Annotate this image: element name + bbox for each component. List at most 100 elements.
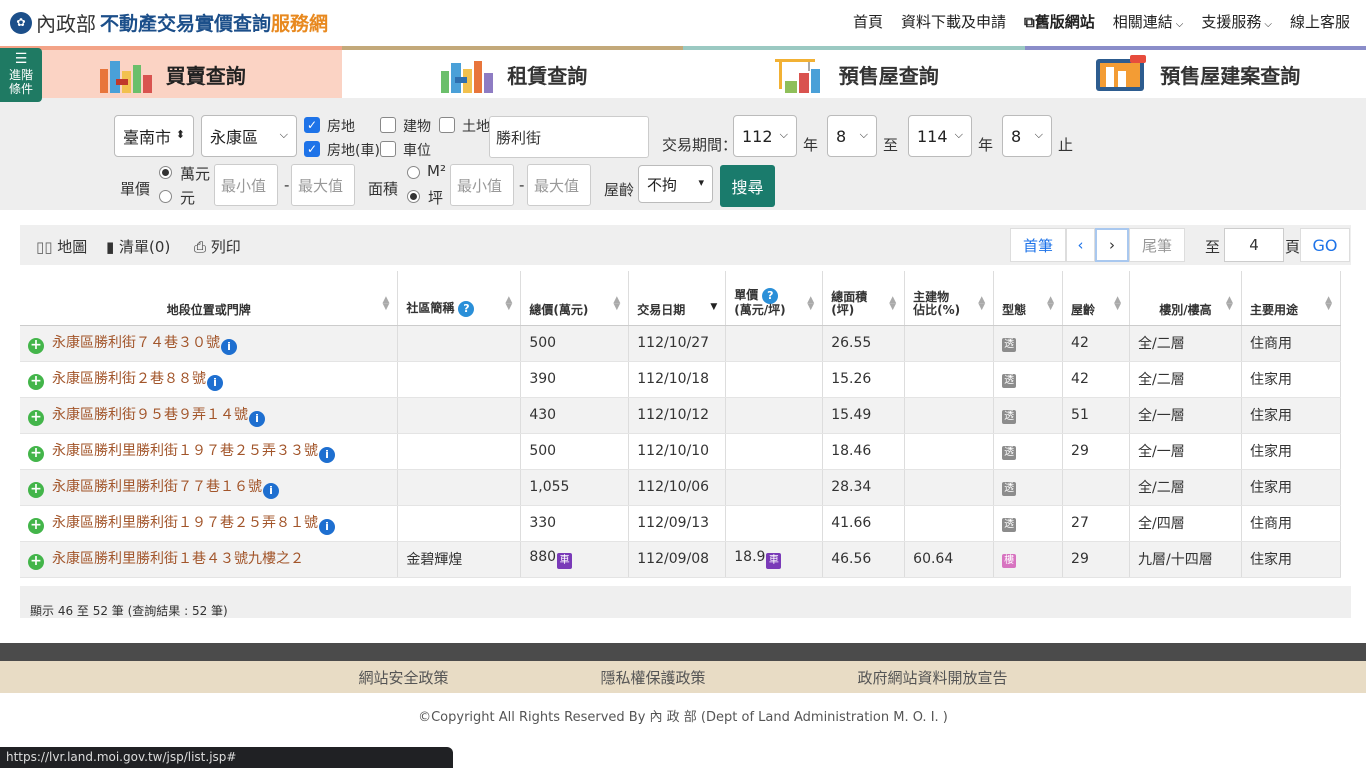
cell-address[interactable]: + 永康區勝利里勝利街７７巷１６號 i (20, 469, 399, 506)
footer-link-security[interactable]: 網站安全政策 (358, 667, 448, 688)
nav-related-links[interactable]: 相關連結 ⌵ (1113, 11, 1184, 32)
col-community[interactable]: 社區簡稱? ▲ ▼ (397, 271, 522, 326)
expand-plus-icon[interactable]: + (28, 481, 44, 498)
tab-rental[interactable]: 租賃查詢 (341, 46, 683, 98)
tab-sales[interactable]: 買賣查詢 (0, 46, 342, 98)
address-link[interactable]: 永康區勝利街９５巷９弄１４號 (52, 407, 248, 423)
cell-address[interactable]: + 永康區勝利街７４巷３０號 i (20, 325, 399, 362)
radio-area-ping[interactable] (407, 190, 420, 203)
help-icon[interactable]: ? (762, 287, 779, 304)
search-button[interactable]: 搜尋 (720, 165, 775, 207)
cell-address[interactable]: + 永康區勝利里勝利街１９７巷２５弄３３號 i (20, 433, 399, 470)
radio-area-m2[interactable] (407, 166, 420, 179)
table-row[interactable]: + 永康區勝利里勝利街１巷４３號九樓之２ 金碧輝煌 880 車 112/09/08 18.9… (20, 541, 1342, 578)
checkbox-parking[interactable] (380, 141, 396, 157)
address-link[interactable]: 永康區勝利街７４巷３０號 (52, 335, 220, 351)
col-main-ratio[interactable]: 主建物 佔比(%) ▲ ▼ (904, 271, 995, 326)
table-row[interactable]: + 永康區勝利街２巷８８號 i 390 112/10/18 15.26 透 42 全/二層 住家用 (20, 361, 1342, 398)
info-icon[interactable]: i (319, 446, 335, 463)
expand-plus-icon[interactable]: + (28, 409, 44, 426)
browser-status-url: https://lvr.land.moi.gov.tw/jsp/list.jsp… (0, 747, 453, 768)
address-link[interactable]: 永康區勝利街２巷８８號 (52, 371, 206, 387)
info-icon[interactable]: i (221, 338, 237, 355)
radio-unit-yuan[interactable] (159, 190, 172, 203)
go-button[interactable]: GO (1300, 228, 1350, 262)
col-total-price[interactable]: 總價(萬元) ▲ ▼ (520, 271, 630, 326)
expand-plus-icon[interactable]: + (28, 337, 44, 354)
district-select[interactable]: 永康區 ⌵ (201, 115, 297, 157)
area-max-input[interactable]: 最大值 (527, 164, 591, 206)
first-page-button[interactable]: 首筆 (1010, 228, 1066, 262)
col-use-label: 主要用途 (1249, 302, 1298, 317)
unit-price-max-input[interactable]: 最大值 (291, 164, 355, 206)
col-type[interactable]: 型態 ▲ ▼ (993, 271, 1064, 326)
print-button[interactable]: ⎙ 列印 (194, 236, 241, 257)
checkbox-land[interactable] (439, 117, 455, 133)
nav-home[interactable]: 首頁 (853, 11, 883, 32)
radio-unit-wan[interactable] (159, 166, 172, 179)
advanced-conditions-button[interactable]: ☰ 進階 條件 (0, 48, 42, 102)
col-use[interactable]: 主要用途 ▲ ▼ (1241, 271, 1342, 326)
last-page-button[interactable]: 尾筆 (1129, 228, 1185, 262)
checkbox-building[interactable] (380, 117, 396, 133)
footer-link-privacy[interactable]: 隱私權保護政策 (600, 667, 705, 688)
year-from-select[interactable]: 112 ⌵ (733, 115, 797, 157)
label-area-m2: M² (427, 162, 446, 180)
map-button[interactable]: ▯▯ 地圖 (36, 236, 87, 257)
col-area[interactable]: 總面積 (坪) ▲ ▼ (822, 271, 906, 326)
info-icon[interactable]: i (249, 410, 265, 427)
checkbox-land-building-car[interactable]: ✓ (304, 141, 320, 157)
city-select[interactable]: 臺南市 ⬍ (114, 115, 194, 157)
checkbox-land-building[interactable]: ✓ (304, 117, 320, 133)
cell-date: 112/10/10 (628, 433, 727, 470)
address-link[interactable]: 永康區勝利里勝利街７７巷１６號 (52, 479, 262, 495)
nav-online-service[interactable]: 線上客服 (1290, 11, 1350, 32)
year-to-select[interactable]: 114 ⌵ (908, 115, 972, 157)
tab-presale-project[interactable]: 預售屋建案查詢 (1024, 46, 1366, 98)
list-button[interactable]: ▮ 清單(0) (106, 236, 170, 257)
info-icon[interactable]: i (319, 518, 335, 535)
table-row[interactable]: + 永康區勝利里勝利街７７巷１６號 i 1,055 112/10/06 28.34 透 全/二… (20, 469, 1342, 506)
area-min-input[interactable]: 最小值 (450, 164, 514, 206)
site-logo[interactable]: ✿ 內政部 不動產交易實價查詢 服務網 (10, 8, 328, 37)
address-link[interactable]: 永康區勝利里勝利街１巷４３號九樓之２ (52, 551, 304, 567)
table-row[interactable]: + 永康區勝利里勝利街１９７巷２５弄３３號 i 500 112/10/10 18.46 透 2… (20, 433, 1342, 470)
sort-icon: ▲ ▼ (978, 294, 986, 312)
col-unit-price[interactable]: 單價? (萬元/坪) ▲ ▼ (725, 271, 824, 326)
cell-address[interactable]: + 永康區勝利里勝利街１９７巷２５弄８１號 i (20, 505, 399, 542)
page-number-input[interactable]: 4 (1224, 228, 1284, 262)
nav-support[interactable]: 支援服務 ⌵ (1201, 11, 1272, 32)
cell-address[interactable]: + 永康區勝利里勝利街１巷４３號九樓之２ (20, 541, 399, 578)
footer-link-open-data[interactable]: 政府網站資料開放宣告 (858, 667, 1008, 688)
nav-download[interactable]: 資料下載及申請 (901, 11, 1006, 32)
street-input[interactable]: 勝利街 (489, 116, 649, 158)
nav-old-site[interactable]: ⧉舊版網站 (1024, 11, 1095, 32)
col-date[interactable]: 交易日期 ▼ (628, 271, 727, 326)
expand-plus-icon[interactable]: + (28, 554, 44, 570)
expand-plus-icon[interactable]: + (28, 445, 44, 462)
prev-page-button[interactable]: ‹ (1066, 228, 1095, 262)
info-icon[interactable]: i (207, 374, 223, 391)
cell-address[interactable]: + 永康區勝利街２巷８８號 i (20, 361, 399, 398)
address-link[interactable]: 永康區勝利里勝利街１９７巷２５弄８１號 (52, 515, 318, 531)
footer-links: 網站安全政策 隱私權保護政策 政府網站資料開放宣告 (0, 661, 1366, 693)
age-select[interactable]: 不拘 ▾ (638, 165, 713, 203)
help-icon[interactable]: ? (458, 300, 475, 317)
tab-presale[interactable]: 預售屋查詢 (683, 46, 1025, 98)
col-floor[interactable]: 樓別/樓高 ▲ ▼ (1129, 271, 1242, 326)
month-from-select[interactable]: 8 ⌵ (827, 115, 877, 157)
expand-plus-icon[interactable]: + (28, 373, 44, 390)
cell-address[interactable]: + 永康區勝利街９５巷９弄１４號 i (20, 397, 399, 434)
info-icon[interactable]: i (263, 482, 279, 499)
next-page-button[interactable]: › (1095, 228, 1129, 262)
month-to-select[interactable]: 8 ⌵ (1002, 115, 1052, 157)
expand-plus-icon[interactable]: + (28, 517, 44, 534)
unit-price-min-input[interactable]: 最小值 (214, 164, 278, 206)
table-row[interactable]: + 永康區勝利里勝利街１９７巷２５弄８１號 i 330 112/09/13 41.66 透 2… (20, 505, 1342, 542)
col-address[interactable]: 地段位置或門牌 ▲ ▼ (20, 271, 399, 326)
col-age[interactable]: 屋齡 ▲ ▼ (1062, 271, 1130, 326)
table-row[interactable]: + 永康區勝利街９５巷９弄１４號 i 430 112/10/12 15.49 透 51 全/一層… (20, 397, 1342, 434)
label-building: 建物 (403, 119, 431, 135)
table-row[interactable]: + 永康區勝利街７４巷３０號 i 500 112/10/27 26.55 透 42 全/二層 住商… (20, 325, 1342, 362)
address-link[interactable]: 永康區勝利里勝利街１９７巷２５弄３３號 (52, 443, 318, 459)
